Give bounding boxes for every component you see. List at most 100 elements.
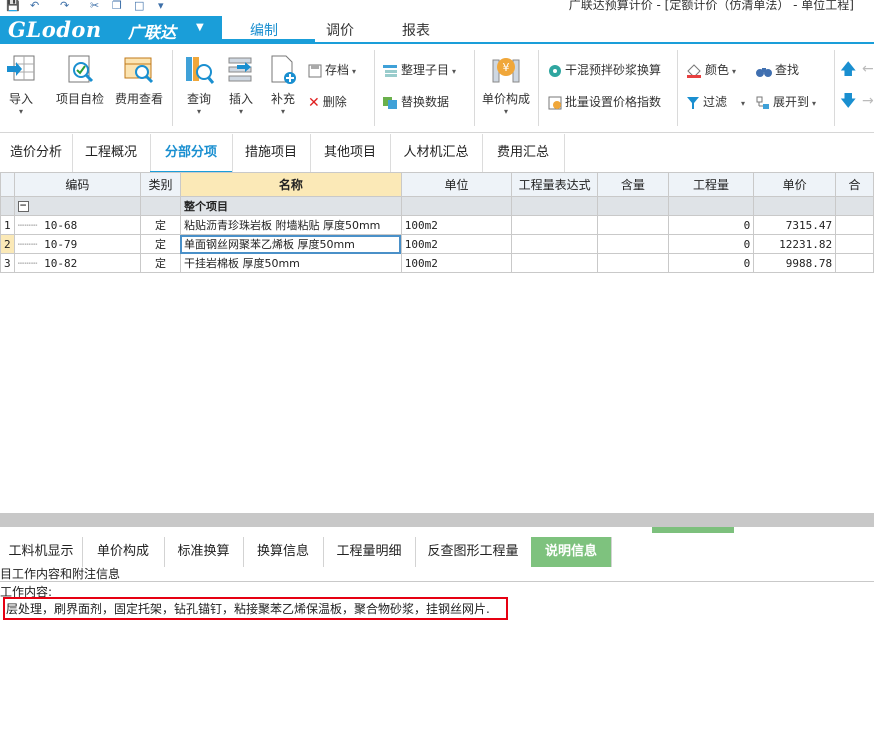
import-button[interactable]: 导入 ▾ bbox=[2, 54, 40, 116]
tab-project-overview[interactable]: 工程概况 bbox=[72, 134, 151, 172]
copy-icon[interactable]: ❐ bbox=[112, 0, 122, 12]
dry-mortar-conversion-button[interactable]: 干混预拌砂浆换算 bbox=[548, 61, 661, 79]
item-unit[interactable]: 100m2 bbox=[400, 234, 513, 254]
ribbon-tab-edit[interactable]: 编制 bbox=[250, 20, 278, 40]
project-self-check-button[interactable]: 项目自检 bbox=[54, 54, 106, 107]
unit-price-composition-label: 单价构成 bbox=[481, 92, 530, 106]
detail-tabs: 工料机显示 单价构成 标准换算 换算信息 工程量明细 反查图形工程量 说明信息 bbox=[0, 537, 874, 568]
tab-unit-price-composition[interactable]: 单价构成 bbox=[82, 537, 165, 567]
item-code: 10-79 bbox=[44, 237, 78, 251]
insert-button[interactable]: 插入 ▾ bbox=[222, 54, 260, 116]
column-header-unit-price[interactable]: 单价 bbox=[753, 172, 837, 197]
expand-tree-icon bbox=[756, 96, 769, 109]
tab-labor-material-display[interactable]: 工料机显示 bbox=[0, 537, 83, 567]
supplement-icon bbox=[271, 55, 296, 84]
archive-button[interactable]: 存档 ▾ bbox=[308, 61, 356, 79]
column-header-quantity[interactable]: 工程量 bbox=[667, 172, 755, 197]
save-icon[interactable]: 💾 bbox=[6, 0, 20, 12]
move-down-button[interactable]: 🡇 bbox=[840, 92, 856, 110]
move-left-button[interactable]: ← bbox=[862, 60, 874, 78]
tab-description-info[interactable]: 说明信息 bbox=[531, 537, 612, 567]
paste-icon[interactable]: □ bbox=[134, 0, 144, 12]
item-quantity[interactable]: 0 bbox=[667, 215, 755, 235]
item-unit-price[interactable]: 12231.82 bbox=[753, 234, 837, 254]
insert-icon bbox=[228, 57, 252, 82]
item-quantity-expression[interactable] bbox=[511, 234, 599, 254]
column-header-quantity-expression[interactable]: 工程量表达式 bbox=[511, 172, 599, 197]
item-content[interactable] bbox=[597, 215, 669, 235]
price-index-icon bbox=[548, 96, 562, 109]
tab-sub-item[interactable]: 分部分项 bbox=[150, 134, 233, 173]
item-content[interactable] bbox=[597, 253, 669, 273]
group-row[interactable]: − 整个项目 bbox=[0, 196, 874, 216]
replace-data-button[interactable]: 替换数据 bbox=[382, 93, 449, 111]
import-icon bbox=[7, 55, 35, 81]
item-name[interactable]: 单面钢丝网聚苯乙烯板 厚度50mm bbox=[179, 234, 402, 254]
item-unit[interactable]: 100m2 bbox=[400, 215, 513, 235]
supplement-button[interactable]: 补充 ▾ bbox=[264, 54, 302, 116]
item-unit-price[interactable]: 9988.78 bbox=[753, 253, 837, 273]
redo-icon[interactable]: ↷ bbox=[60, 0, 69, 12]
column-header-name[interactable]: 名称 bbox=[179, 172, 402, 197]
item-quantity[interactable]: 0 bbox=[667, 234, 755, 254]
tab-standard-conversion[interactable]: 标准换算 bbox=[164, 537, 244, 567]
query-button[interactable]: 查询 ▾ bbox=[180, 54, 218, 116]
cut-icon[interactable]: ✂ bbox=[90, 0, 99, 12]
move-right-button[interactable]: → bbox=[862, 92, 874, 110]
column-header-unit[interactable]: 单位 bbox=[400, 172, 513, 197]
unit-price-composition-button[interactable]: ¥ 单价构成 ▾ bbox=[480, 54, 532, 116]
item-unit-price[interactable]: 7315.47 bbox=[753, 215, 837, 235]
batch-price-index-button[interactable]: 批量设置价格指数 bbox=[548, 93, 661, 111]
query-icon bbox=[186, 57, 215, 84]
tab-cost-analysis[interactable]: 造价分析 bbox=[0, 134, 73, 172]
tab-conversion-info[interactable]: 换算信息 bbox=[243, 537, 324, 567]
tab-quantity-detail[interactable]: 工程量明细 bbox=[323, 537, 416, 567]
ribbon-tab-adjust-price[interactable]: 调价 bbox=[326, 20, 354, 40]
collapse-icon[interactable]: − bbox=[17, 201, 29, 212]
app-menu-button[interactable]: GLodon 广联达 ▼ bbox=[0, 16, 222, 42]
description-panel: 目工作内容和附注信息 工作内容: 层处理，刷界面剂，固定托架，钻孔锚钉，粘接聚苯… bbox=[0, 567, 874, 745]
organize-items-button[interactable]: 整理子目 ▾ bbox=[382, 61, 456, 79]
item-quantity[interactable]: 0 bbox=[667, 253, 755, 273]
brand-logo: GLodon bbox=[8, 17, 102, 42]
ribbon-tab-report[interactable]: 报表 bbox=[402, 20, 430, 40]
item-quantity-expression[interactable] bbox=[511, 253, 599, 273]
expand-to-button[interactable]: 展开到 ▾ bbox=[756, 93, 816, 111]
toolbar-separator bbox=[538, 50, 539, 126]
item-content[interactable] bbox=[597, 234, 669, 254]
chevron-down-icon: ▾ bbox=[741, 99, 746, 108]
column-header-code[interactable]: 编码 bbox=[13, 172, 142, 197]
find-button[interactable]: 查找 bbox=[756, 61, 799, 79]
horizontal-splitter[interactable] bbox=[0, 513, 874, 527]
tab-labor-material-summary[interactable]: 人材机汇总 bbox=[390, 134, 483, 172]
color-button[interactable]: 颜色 ▾ bbox=[686, 61, 736, 79]
item-name[interactable]: 粘贴沥青珍珠岩板 附墙粘贴 厚度50mm bbox=[179, 215, 402, 235]
tab-reverse-graphic-quantity[interactable]: 反查图形工程量 bbox=[415, 537, 532, 567]
tab-other-items[interactable]: 其他项目 bbox=[310, 134, 391, 172]
tab-measures[interactable]: 措施项目 bbox=[232, 134, 311, 172]
table-row[interactable]: 3 ┄┄┄ 10-82 定 干挂岩棉板 厚度50mm 100m2 0 9988.… bbox=[0, 253, 874, 273]
column-header-content[interactable]: 含量 bbox=[597, 172, 669, 197]
find-label: 查找 bbox=[775, 63, 800, 77]
table-row[interactable]: 1 ┄┄┄ 10-68 定 粘贴沥青珍珠岩板 附墙粘贴 厚度50mm 100m2… bbox=[0, 215, 874, 235]
tab-fee-summary[interactable]: 费用汇总 bbox=[482, 134, 565, 172]
quick-access-dropdown-icon[interactable]: ▾ bbox=[158, 0, 164, 12]
column-header-type[interactable]: 类别 bbox=[140, 172, 181, 197]
column-header-total[interactable]: 合 bbox=[835, 172, 874, 197]
table-row[interactable]: 2 ┄┄┄ 10-79 定 单面钢丝网聚苯乙烯板 厚度50mm 100m2 0 … bbox=[0, 234, 874, 254]
move-up-button[interactable]: 🡅 bbox=[840, 60, 856, 78]
undo-icon[interactable]: ↶ bbox=[30, 0, 39, 12]
archive-label: 存档 bbox=[325, 63, 350, 77]
item-unit[interactable]: 100m2 bbox=[400, 253, 513, 273]
filter-button[interactable]: 过滤 ▾ bbox=[686, 93, 745, 111]
delete-button[interactable]: ✕ 删除 bbox=[308, 93, 347, 111]
color-bucket-icon bbox=[687, 63, 701, 78]
splitter-handle[interactable] bbox=[652, 527, 734, 533]
item-name[interactable]: 干挂岩棉板 厚度50mm bbox=[179, 253, 402, 273]
item-quantity-expression[interactable] bbox=[511, 215, 599, 235]
fee-view-button[interactable]: 费用查看 bbox=[112, 54, 166, 107]
organize-icon bbox=[383, 64, 397, 77]
query-label: 查询 bbox=[186, 92, 211, 106]
self-check-icon bbox=[68, 55, 94, 83]
item-type: 定 bbox=[140, 215, 181, 235]
